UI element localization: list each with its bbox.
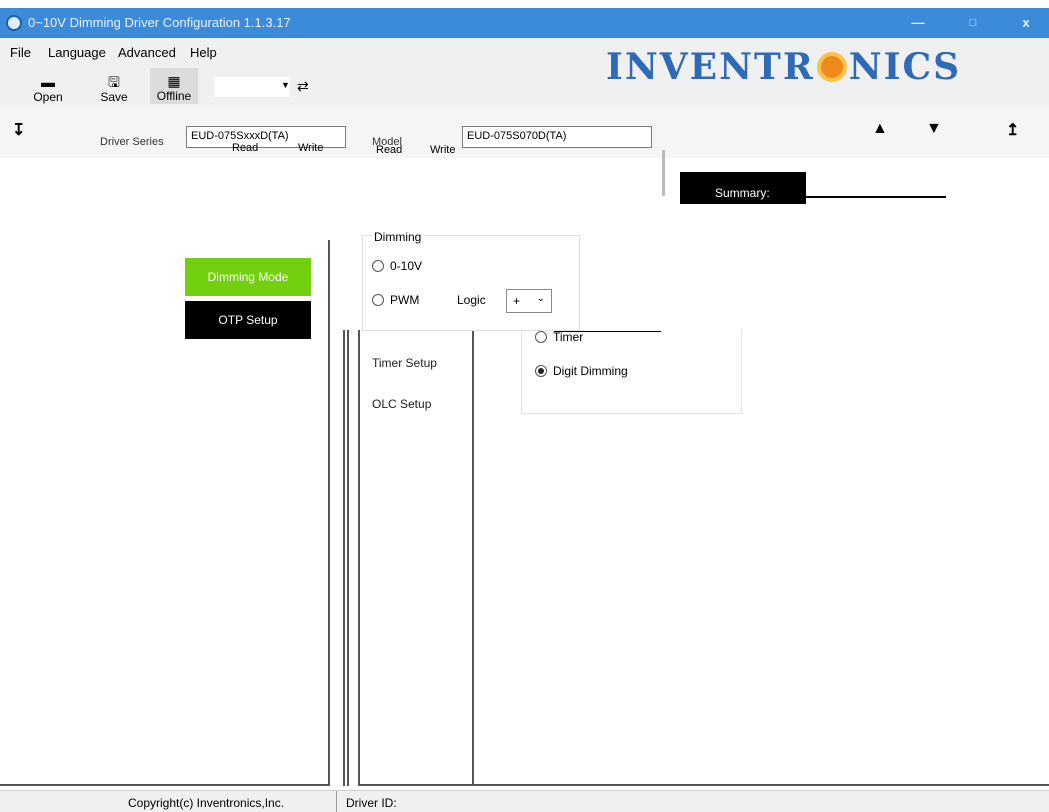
maximize-button[interactable]: □ [950,8,996,38]
port-select[interactable] [213,76,291,98]
chevron-down-icon[interactable]: ▼ [281,80,290,90]
minimize-button[interactable]: — [895,8,941,38]
brand-logo: INVENTR NICS [606,46,962,88]
sidebar-item-otp-setup[interactable]: OTP Setup [185,301,311,339]
subnav-border [358,330,360,786]
title-bar: 0~10V Dimming Driver Configuration 1.1.3… [0,8,1049,38]
model-field[interactable]: EUD-075S070D(TA) [462,126,652,148]
open-button[interactable]: ▬ Open [24,74,72,104]
panel-border-left-inner [347,330,349,786]
driver-series-row: ↧ Driver Series EUD-075SxxxD(TA) Read Wr… [0,108,1049,158]
write-button[interactable]: Write [298,142,323,154]
summary-tab[interactable]: Summary: [680,172,806,204]
download-circle-icon[interactable]: ▼ [926,120,942,138]
vertical-separator [662,150,665,196]
save-button[interactable]: 🖫 Save [90,74,138,104]
read-model-button[interactable]: Read [376,144,402,156]
radio-pwm[interactable]: PWM [372,293,419,307]
menu-help[interactable]: Help [190,45,217,60]
copyright-text: Copyright(c) Inventronics,Inc. [128,796,285,810]
status-separator [336,791,337,812]
floppy-disk-icon: 🖫 [108,74,120,90]
upload-circle-icon[interactable]: ▲ [872,120,888,138]
radio-timer[interactable]: Timer [535,330,583,344]
panel-border-bottom [358,784,1049,786]
read-button[interactable]: Read [232,142,258,154]
write-model-button[interactable]: Write [430,144,455,156]
driver-id-label: Driver ID: [346,796,397,810]
dimming-group [362,235,580,331]
close-button[interactable]: x [1003,8,1049,38]
menu-advanced[interactable]: Advanced [118,45,176,60]
window-title: 0~10V Dimming Driver Configuration 1.1.3… [28,15,291,30]
radio-circle [372,260,384,272]
driver-series-label: Driver Series [100,136,164,148]
up-arrow-icon[interactable]: ↥ [1006,120,1019,140]
offline-label: Offline [156,89,192,103]
menu-file[interactable]: File [10,45,31,60]
save-label: Save [100,90,128,104]
status-bar: Copyright(c) Inventronics,Inc. Driver ID… [0,790,1049,812]
logic-select[interactable]: + ⌄ [506,289,552,313]
radio-0-10v[interactable]: 0-10V [372,259,422,273]
offline-button[interactable]: ▦ Offline [150,68,198,104]
summary-underline [806,196,946,198]
content-border [472,330,474,786]
radio-digit-dimming[interactable]: Digit Dimming [535,364,628,378]
radio-circle [535,331,547,343]
radio-circle [372,294,384,306]
folder-icon: ▬ [41,74,55,90]
usb-icon: ⇄ [297,78,309,94]
menu-language[interactable]: Language [48,45,106,60]
driver-icon: ▦ [167,73,181,89]
chevron-down-icon: ⌄ [536,293,545,304]
panel-border-left [343,330,345,786]
logic-label: Logic [457,293,486,307]
subnav-olc-setup[interactable]: OLC Setup [372,397,431,411]
sun-logo-icon [816,52,847,82]
download-arrow-icon[interactable]: ↧ [12,120,25,140]
subnav-timer-setup[interactable]: Timer Setup [372,356,437,370]
sidebar-item-dimming-mode[interactable]: Dimming Mode [185,258,311,296]
dimming-group-title: Dimming [372,230,424,244]
open-label: Open [33,90,63,104]
radio-circle-selected [535,365,547,377]
app-icon [6,15,22,31]
